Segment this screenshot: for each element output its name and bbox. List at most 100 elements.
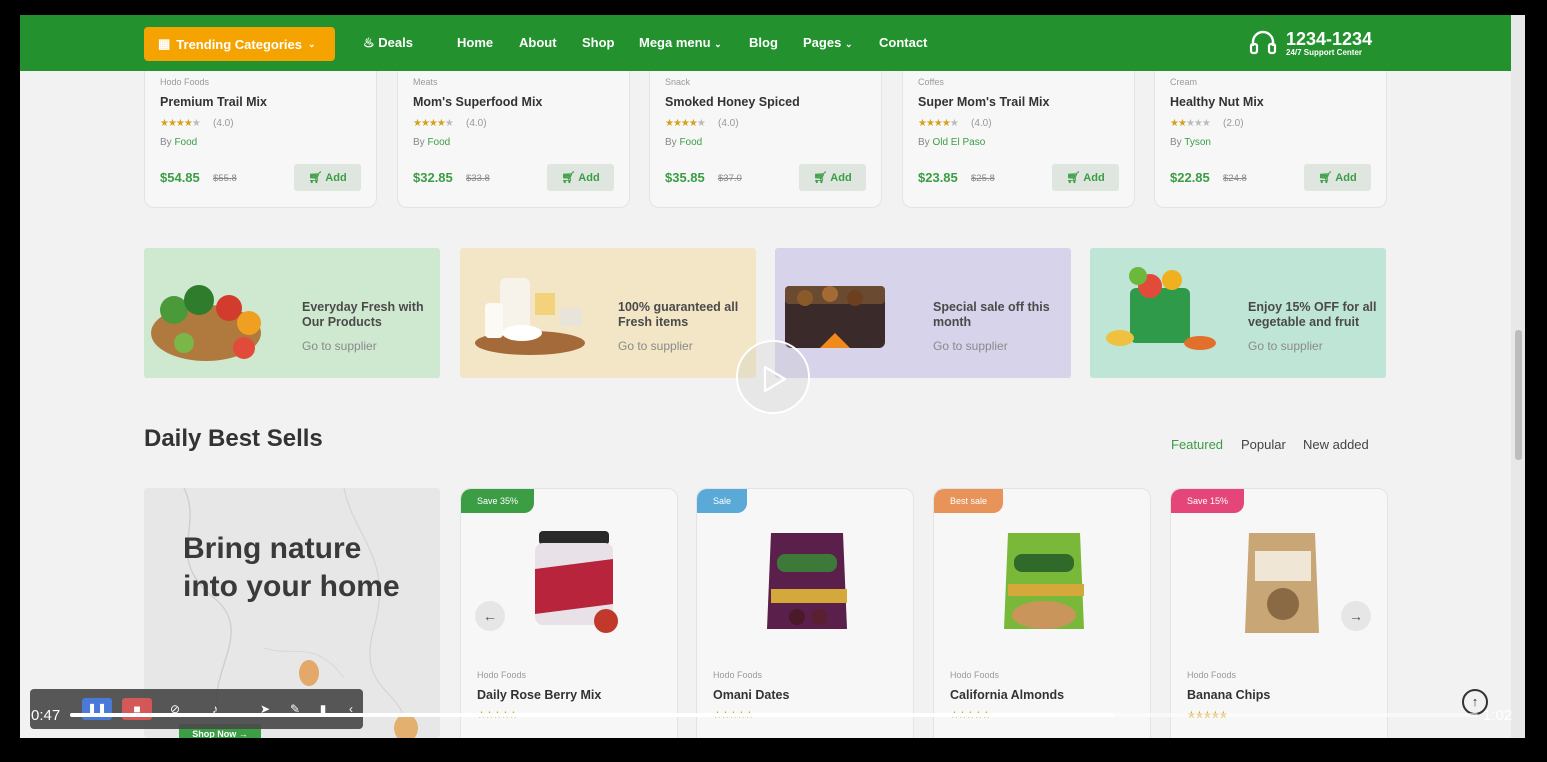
main-navbar: ▦ Trending Categories ⌄ ♨ Deals Home Abo… [20,15,1511,71]
product-name[interactable]: Mom's Superfood Mix [413,95,542,109]
video-progress-bar[interactable] [70,713,1478,717]
browser-viewport: ▦ Trending Categories ⌄ ♨ Deals Home Abo… [20,15,1525,738]
chevron-down-icon: ⌄ [844,39,853,49]
page-scrollbar[interactable] [1511,15,1525,738]
product-price: $35.85 [665,170,705,185]
product-brand: By Old El Paso [918,137,985,148]
tab-featured[interactable]: Featured [1171,437,1223,452]
banner-illustration [151,285,261,361]
product-old-price: $33.8 [466,173,490,184]
discount-badge: Sale [697,489,748,513]
product-category: Hodo Foods [713,670,763,680]
product-category: Meats [413,77,438,87]
star-rating: ★★★★★ [1170,118,1211,129]
product-name[interactable]: Smoked Honey Spiced [665,95,800,109]
banner-illustration [1106,267,1216,350]
product-brand: By Food [665,137,702,148]
product-card[interactable]: Meats Mom's Superfood Mix ★★★★★ (4.0) By… [397,71,630,208]
banner-text: 100% guaranteed all Fresh items [618,300,739,329]
trending-categories-button[interactable]: ▦ Trending Categories ⌄ [144,27,335,61]
nav-about[interactable]: About [519,35,557,50]
product-old-price: $25.8 [971,173,995,184]
add-to-cart-button[interactable]: 🛒︎ Add [1304,164,1371,191]
section-title: Daily Best Sells [144,425,323,452]
nav-blog[interactable]: Blog [749,35,778,50]
discount-badge: Save 15% [1171,489,1245,513]
add-to-cart-button[interactable]: 🛒︎ Add [294,164,361,191]
nav-shop[interactable]: Shop [582,35,615,50]
product-category: Snack [665,77,691,87]
cart-icon: 🛒︎ [1066,172,1081,184]
nav-pages-label: Pages [803,35,842,50]
add-label: Add [830,171,852,184]
nav-contact[interactable]: Contact [879,35,927,50]
cart-icon: 🛒︎ [561,172,576,184]
product-card[interactable]: Snack Smoked Honey Spiced ★★★★★ (4.0) By… [649,71,882,208]
product-category: Coffes [918,77,944,87]
promo-banner[interactable]: Everyday Fresh with Our Products Go to s… [144,248,440,378]
product-name[interactable]: Premium Trail Mix [160,95,267,109]
product-card[interactable]: Cream Healthy Nut Mix ★★★★★ (2.0) By Tys… [1154,71,1387,208]
star-rating: ★★★★★ [665,118,706,129]
promo-banner[interactable]: 100% guaranteed all Fresh items Go to su… [460,248,756,378]
deals-link[interactable]: ♨ Deals [363,35,413,51]
product-card[interactable]: Coffes Super Mom's Trail Mix ★★★★★ (4.0)… [902,71,1135,208]
rating-value: (4.0) [971,118,992,129]
play-icon [763,365,787,393]
product-price: $23.85 [918,170,958,185]
promo-banner[interactable]: Enjoy 15% OFF for all vegetable and frui… [1090,248,1386,378]
rating-value: (4.0) [213,118,234,129]
discount-badge: Best sale [934,489,1004,513]
carousel-next-button[interactable]: → [1341,601,1371,631]
go-to-supplier-link[interactable]: Go to supplier [933,339,1008,353]
banner-text: Everyday Fresh with Our Products [302,300,424,329]
add-to-cart-button[interactable]: 🛒︎ Add [1052,164,1119,191]
tab-new-added[interactable]: New added [1303,437,1369,452]
product-card[interactable]: Hodo Foods Premium Trail Mix ★★★★★ (4.0)… [144,71,377,208]
brand-link[interactable]: Food [427,137,450,148]
discount-badge: Save 35% [461,489,535,513]
daily-product-card[interactable]: Best sale Hodo Foods California Almonds … [933,488,1151,738]
by-prefix: By [413,137,425,148]
add-to-cart-button[interactable]: 🛒︎ Add [799,164,866,191]
phone-number: 1234-1234 [1286,28,1373,49]
brand-link[interactable]: Tyson [1184,137,1211,148]
banner-text: Enjoy 15% OFF for all vegetable and frui… [1248,300,1377,329]
go-to-supplier-link[interactable]: Go to supplier [302,339,377,353]
product-brand: By Tyson [1170,137,1211,148]
promo-banner[interactable]: Special sale off this month Go to suppli… [775,248,1071,378]
scrollbar-thumb[interactable] [1515,330,1522,460]
video-play-button[interactable] [736,340,810,414]
nav-pages[interactable]: Pages ⌄ [803,35,852,50]
go-to-supplier-link[interactable]: Go to supplier [1248,339,1323,353]
nav-home[interactable]: Home [457,35,493,50]
nav-mega-menu[interactable]: Mega menu ⌄ [639,35,722,50]
banner-text: Special sale off this month [933,300,1050,329]
product-name[interactable]: Omani Dates [713,688,789,702]
cart-icon: 🛒︎ [813,172,828,184]
brand-link[interactable]: Food [679,137,702,148]
rating-value: (4.0) [718,118,739,129]
go-to-supplier-link[interactable]: Go to supplier [618,339,693,353]
add-label: Add [578,171,600,184]
cart-icon: 🛒︎ [1318,172,1333,184]
hero-headline: Bring nature into your home [183,532,400,603]
daily-product-card[interactable]: Sale Hodo Foods Omani Dates ★★★★★ [696,488,914,738]
tab-popular[interactable]: Popular [1241,437,1286,452]
screen-recorder-toolbar: ❚❚ ■ ⊘ ♪ ➤ ✎ ▮ ‹ [30,689,363,729]
carousel-prev-button[interactable]: ← [475,601,505,631]
add-to-cart-button[interactable]: 🛒︎ Add [547,164,614,191]
product-name[interactable]: Daily Rose Berry Mix [477,688,601,702]
brand-link[interactable]: Food [174,137,197,148]
product-old-price: $55.8 [213,173,237,184]
brand-link[interactable]: Old El Paso [932,137,985,148]
product-name[interactable]: Super Mom's Trail Mix [918,95,1049,109]
product-name[interactable]: Banana Chips [1187,688,1270,702]
product-old-price: $37.0 [718,173,742,184]
support-phone: 1234-1234 24/7 Support Center [1248,28,1372,58]
product-name[interactable]: California Almonds [950,688,1064,702]
product-category: Hodo Foods [950,670,1000,680]
product-name[interactable]: Healthy Nut Mix [1170,95,1264,109]
by-prefix: By [160,137,172,148]
deals-label: Deals [378,35,413,50]
